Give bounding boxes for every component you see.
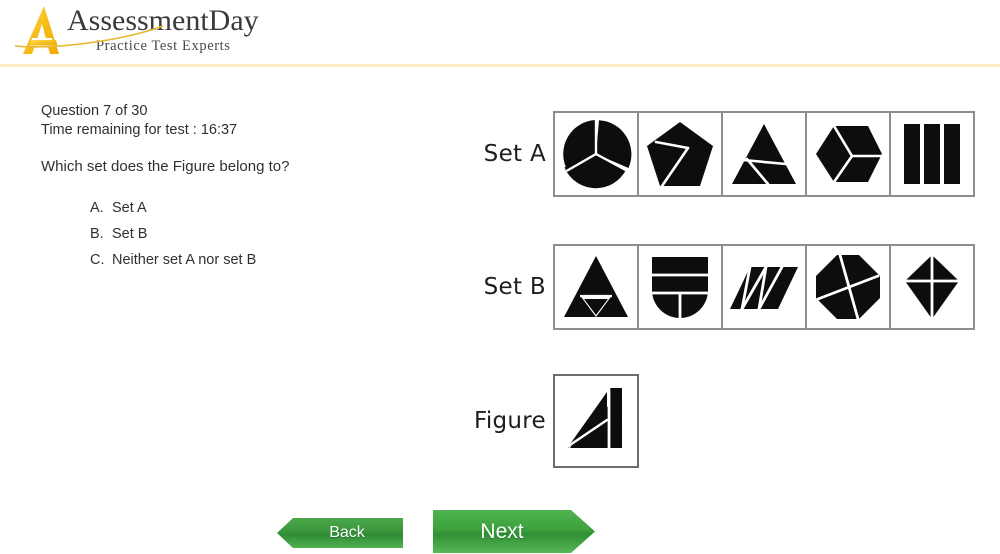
page-header: AssessmentDay Practice Test Experts — [0, 0, 1000, 67]
header-divider — [0, 64, 1000, 67]
next-button-label: Next — [480, 519, 524, 543]
answer-option-c[interactable]: C. Neither set A nor set B — [90, 247, 441, 273]
set-a-row: Set A — [468, 111, 975, 197]
brand-logo[interactable]: AssessmentDay Practice Test Experts — [12, 2, 262, 64]
set-a-label: Set A — [483, 141, 546, 167]
circle-split-three-icon — [560, 118, 632, 190]
set-a-grid — [553, 111, 975, 197]
triangle-split-four-icon — [560, 251, 632, 323]
question-counter: Question 7 of 30 — [41, 103, 148, 119]
octagon-split-four-cell — [807, 246, 891, 328]
answer-options: A. Set A B. Set B C. Neither set A nor s… — [90, 195, 441, 273]
back-button[interactable]: Back — [277, 518, 403, 548]
option-letter: A. — [90, 200, 104, 216]
octagon-split-four-icon — [812, 251, 884, 323]
set-b-grid — [553, 244, 975, 330]
assessmentday-a-logo-icon — [12, 4, 74, 62]
answer-option-a[interactable]: A. Set A — [90, 195, 441, 221]
parallelogram-split-four-icon — [728, 251, 800, 323]
pentagon-split-three-cell — [639, 113, 723, 195]
kite-split-four-icon — [896, 251, 968, 323]
shield-split-four-cell — [639, 246, 723, 328]
option-letter: C. — [90, 252, 105, 268]
set-b-row: Set B — [468, 244, 975, 330]
question-panel: Question 7 of 30 Time remaining for test… — [41, 102, 441, 273]
option-label: Set B — [112, 226, 148, 242]
brand-wordmark: AssessmentDay Practice Test Experts — [15, 4, 267, 62]
question-prompt: Which set does the Figure belong to? — [41, 158, 290, 175]
rectangle-split-three-icon — [896, 118, 968, 190]
option-label: Set A — [112, 200, 147, 216]
pentagon-split-three-icon — [644, 118, 716, 190]
brand-name: AssessmentDay — [67, 4, 259, 37]
figure-row: Figure — [468, 374, 639, 468]
option-label: Neither set A nor set B — [112, 252, 257, 268]
next-button[interactable]: Next — [433, 510, 595, 553]
figure-box — [553, 374, 639, 468]
hexagon-split-three-cell — [807, 113, 891, 195]
hexagon-split-three-icon — [812, 118, 884, 190]
kite-split-four-cell — [891, 246, 973, 328]
timer-text: Time remaining for test : 16:37 — [41, 122, 238, 138]
back-button-label: Back — [329, 524, 365, 541]
option-letter: B. — [90, 226, 104, 242]
shield-split-four-icon — [644, 251, 716, 323]
triangle-split-three-icon — [728, 118, 800, 190]
set-b-label: Set B — [483, 274, 546, 300]
right-triangle-split-three-icon — [560, 380, 632, 463]
circle-split-three-cell — [555, 113, 639, 195]
triangle-split-three-cell — [723, 113, 807, 195]
brand-tagline: Practice Test Experts — [96, 38, 231, 54]
triangle-split-four-cell — [555, 246, 639, 328]
parallelogram-split-four-cell — [723, 246, 807, 328]
figure-label: Figure — [473, 408, 546, 434]
rectangle-split-three-cell — [891, 113, 973, 195]
answer-option-b[interactable]: B. Set B — [90, 221, 441, 247]
